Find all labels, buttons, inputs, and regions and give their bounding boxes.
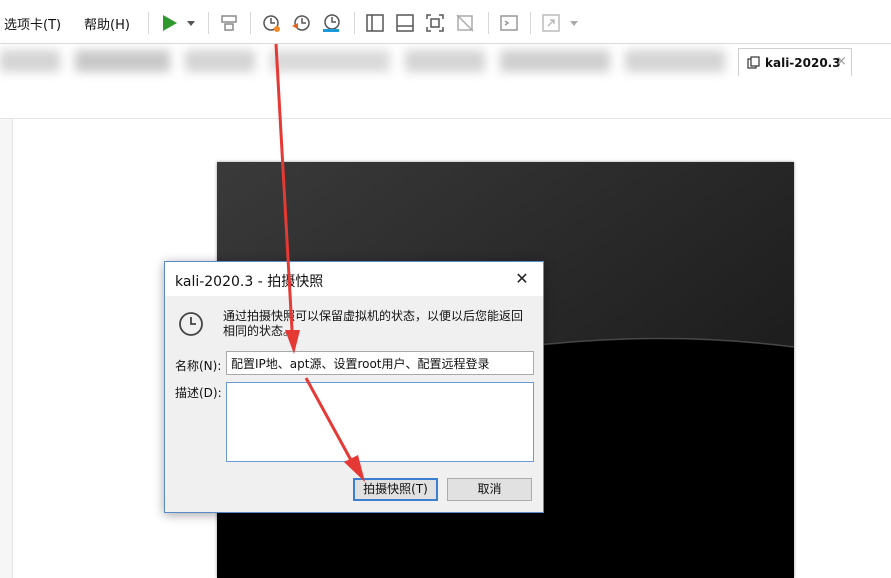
toolbar-separator xyxy=(488,12,489,34)
toolbar-separator xyxy=(250,12,251,34)
send-keys-icon[interactable] xyxy=(218,12,240,34)
fullscreen-icon[interactable] xyxy=(424,12,446,34)
description-label: 描述(D): xyxy=(175,386,222,400)
terminal-icon[interactable] xyxy=(498,12,520,34)
dialog-description: 通过拍摄快照可以保留虚拟机的状态，以便以后您能返回相同的状态。 xyxy=(223,309,524,338)
help-menu[interactable]: 帮助(H) xyxy=(84,14,130,33)
unity-icon[interactable] xyxy=(454,12,476,34)
name-label: 名称(N): xyxy=(175,359,222,373)
vm-tab-close-button[interactable]: × xyxy=(836,54,847,69)
clock-icon xyxy=(177,310,205,338)
tabs-menu[interactable]: 选项卡(T) xyxy=(4,14,61,33)
dialog-title: kali-2020.3 - 拍摄快照 xyxy=(175,274,324,290)
dropdown-icon[interactable] xyxy=(563,12,578,34)
vm-tab[interactable]: kali-2020.3 × xyxy=(738,48,852,76)
snapshot-manager-icon[interactable] xyxy=(320,12,342,34)
menubar: 选项卡(T) 帮助(H) xyxy=(0,0,891,44)
snapshot-description-input[interactable] xyxy=(226,382,534,462)
toolbar-separator xyxy=(354,12,355,34)
snapshot-name-input[interactable]: 配置IP地、apt源、设置root用户、配置远程登录 xyxy=(226,351,534,375)
cancel-button[interactable]: 取消 xyxy=(447,478,532,501)
revert-snapshot-icon[interactable] xyxy=(290,12,312,34)
take-snapshot-icon[interactable] xyxy=(260,12,282,34)
content-divider xyxy=(0,118,891,119)
toolbar-separator xyxy=(530,12,531,34)
vm-tab-label: kali-2020.3 xyxy=(765,56,841,70)
take-snapshot-dialog: kali-2020.3 - 拍摄快照 ✕ 通过拍摄快照可以保留虚拟机的状态，以便… xyxy=(164,261,544,513)
vm-tab-icon xyxy=(747,56,760,69)
dialog-titlebar: kali-2020.3 - 拍摄快照 ✕ xyxy=(165,262,543,296)
dropdown-icon[interactable] xyxy=(180,12,195,34)
blurred-tabs xyxy=(0,46,735,76)
view-split-icon[interactable] xyxy=(394,12,416,34)
play-icon[interactable] xyxy=(158,12,180,34)
view-console-icon[interactable] xyxy=(364,12,386,34)
stretch-icon[interactable] xyxy=(540,12,562,34)
dialog-close-button[interactable]: ✕ xyxy=(507,267,537,291)
take-snapshot-button[interactable]: 拍摄快照(T) xyxy=(353,478,438,501)
toolbar-separator xyxy=(148,12,149,34)
toolbar-separator xyxy=(208,12,209,34)
left-rail xyxy=(0,119,13,578)
